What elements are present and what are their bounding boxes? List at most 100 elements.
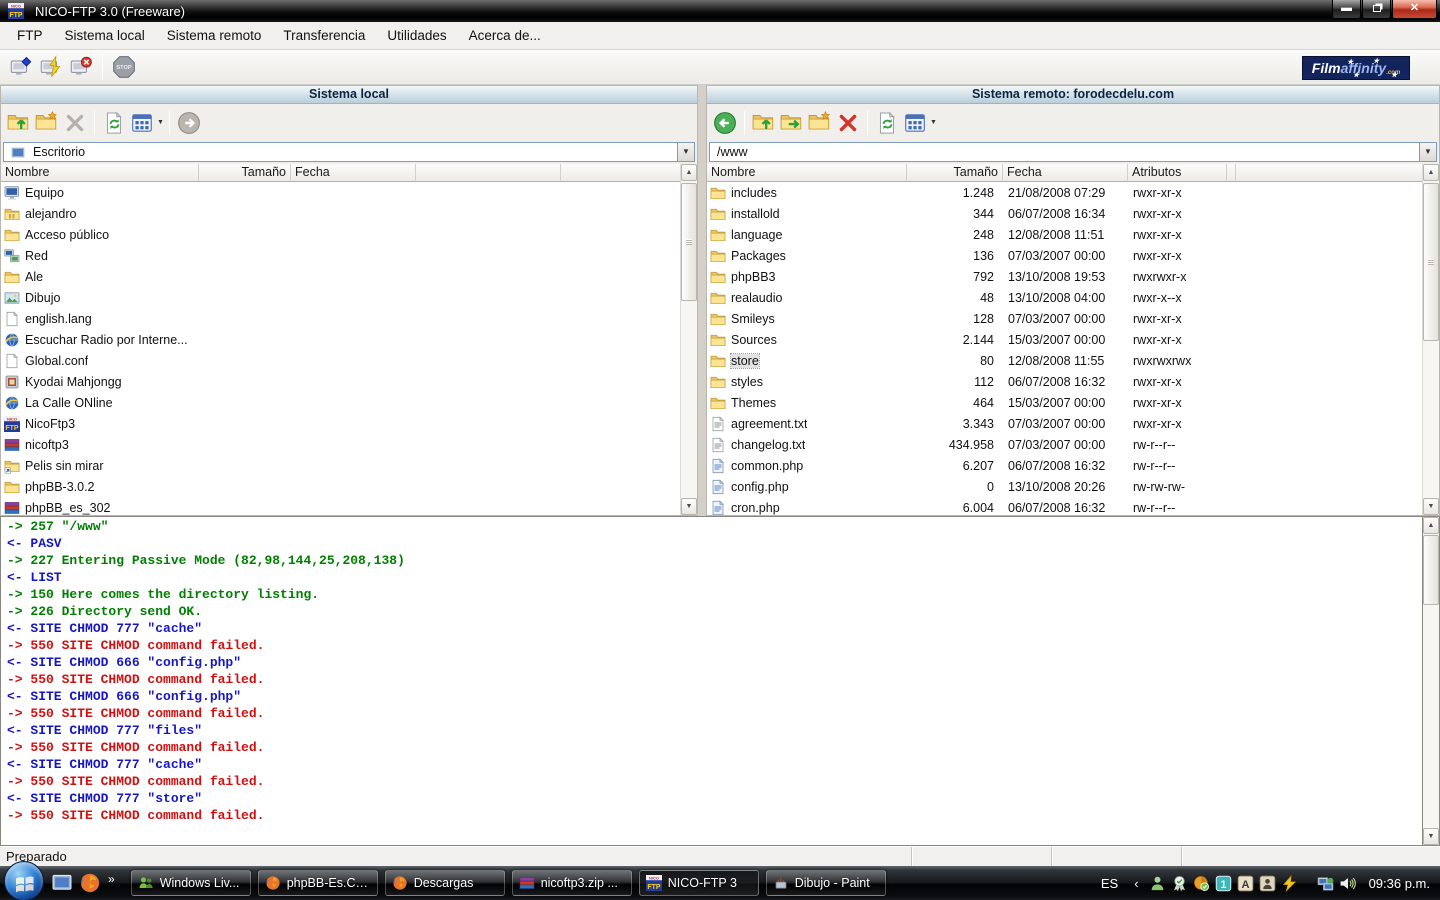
remote-address-dropdown[interactable]: ▼ (1420, 142, 1437, 162)
update-check-icon[interactable] (1193, 875, 1210, 892)
remote-folder-up-button[interactable] (750, 109, 778, 137)
local-address-dropdown[interactable]: ▼ (678, 142, 695, 162)
scroll-down-arrow[interactable]: ▼ (681, 498, 697, 515)
remote-file-row[interactable]: realaudio4813/10/2008 04:00rwxr-x--x (707, 287, 1422, 308)
remote-file-row[interactable]: styles11206/07/2008 16:32rwxr-xr-x (707, 371, 1422, 392)
remote-refresh-button[interactable] (873, 109, 901, 137)
local-file-row[interactable]: phpBB-3.0.2 (1, 476, 680, 497)
column-header-blank[interactable] (1227, 164, 1236, 182)
remote-scrollbar[interactable]: ▲ ▼ (1422, 164, 1439, 515)
column-header-blank[interactable] (416, 164, 561, 182)
taskbar-clock[interactable]: 09:36 p.m. (1369, 876, 1430, 891)
letter-a-icon[interactable]: A (1237, 875, 1254, 892)
remote-file-row[interactable]: agreement.txt3.34307/03/2007 00:00rwxr-x… (707, 413, 1422, 434)
menu-acerca-de-[interactable]: Acerca de... (458, 24, 552, 47)
local-file-row[interactable]: phpBB_es_302 (1, 497, 680, 515)
menu-transferencia[interactable]: Transferencia (272, 24, 376, 47)
local-address-combo[interactable]: Escritorio (3, 142, 678, 162)
local-delete-button[interactable] (61, 109, 89, 137)
menu-sistema-remoto[interactable]: Sistema remoto (156, 24, 273, 47)
local-file-row[interactable]: Escuchar Radio por Interne... (1, 329, 680, 350)
local-file-row[interactable]: english.lang (1, 308, 680, 329)
taskbar-button-phpbb-es-co-[interactable]: phpBB-Es.CO... (258, 870, 378, 896)
scroll-up-arrow[interactable]: ▲ (681, 164, 697, 181)
local-view-dropdown-arrow[interactable]: ▼ (157, 119, 164, 126)
stop-button[interactable]: STOP (109, 52, 139, 82)
language-indicator[interactable]: ES (1101, 876, 1118, 891)
remote-file-row[interactable]: cron.php6.00406/07/2008 16:32rw-r--r-- (707, 497, 1422, 515)
local-file-row[interactable]: nicoftp3 (1, 434, 680, 455)
start-button[interactable] (4, 861, 44, 900)
counter-1-icon[interactable]: 1 (1215, 875, 1232, 892)
restore-button[interactable] (1362, 0, 1391, 19)
minimize-button[interactable]: ▬ (1332, 0, 1361, 19)
connect-button[interactable] (6, 52, 36, 82)
user-tile-icon[interactable] (1259, 875, 1276, 892)
scroll-down-arrow[interactable]: ▼ (1423, 828, 1439, 845)
column-header-fecha[interactable]: Fecha (291, 164, 416, 182)
local-scrollbar[interactable]: ▲ ▼ (680, 164, 697, 515)
column-header-nombre[interactable]: Nombre (1, 164, 199, 182)
local-file-row[interactable]: Ale (1, 266, 680, 287)
remote-new-folder-button[interactable] (806, 109, 834, 137)
taskbar-button-nico-ftp-3[interactable]: NICOFTPNICO-FTP 3 (639, 870, 759, 896)
column-header-tamaño[interactable]: Tamaño (907, 164, 1003, 182)
remote-file-row[interactable]: changelog.txt434.95807/03/2007 00:00rw-r… (707, 434, 1422, 455)
show-desktop-icon[interactable] (51, 872, 73, 894)
remote-address-combo[interactable]: /www (709, 142, 1420, 162)
menu-sistema-local[interactable]: Sistema local (54, 24, 156, 47)
remote-delete-button[interactable] (834, 109, 862, 137)
local-file-row[interactable]: Acceso público (1, 224, 680, 245)
local-folder-up-button[interactable] (5, 109, 33, 137)
volume-icon[interactable] (1339, 875, 1356, 892)
network-icon[interactable] (1317, 875, 1334, 892)
scroll-up-arrow[interactable]: ▲ (1423, 517, 1439, 534)
firefox-icon[interactable] (79, 872, 101, 894)
menu-utilidades[interactable]: Utilidades (376, 24, 457, 47)
local-refresh-button[interactable] (100, 109, 128, 137)
local-file-row[interactable]: Red (1, 245, 680, 266)
remote-goto-folder-button[interactable] (778, 109, 806, 137)
remote-back-button[interactable] (711, 109, 739, 137)
badge-check-icon[interactable] (1171, 875, 1188, 892)
local-file-row[interactable]: Dibujo (1, 287, 680, 308)
local-file-row[interactable]: Pelis sin mirar (1, 455, 680, 476)
remote-view-dropdown-arrow[interactable]: ▼ (930, 119, 937, 126)
column-header-atributos[interactable]: Atributos (1128, 164, 1227, 182)
remote-file-row[interactable]: config.php013/10/2008 20:26rw-rw-rw- (707, 476, 1422, 497)
local-file-row[interactable]: alejandro (1, 203, 680, 224)
column-header-fecha[interactable]: Fecha (1003, 164, 1128, 182)
remote-view-button[interactable] (901, 109, 929, 137)
remote-file-row[interactable]: Themes46415/03/2007 00:00rwxr-xr-x (707, 392, 1422, 413)
local-file-row[interactable]: Global.conf (1, 350, 680, 371)
remote-file-row[interactable]: common.php6.20706/07/2008 16:32rw-r--r-- (707, 455, 1422, 476)
remote-file-row[interactable]: language24812/08/2008 11:51rwxr-xr-x (707, 224, 1422, 245)
column-header-nombre[interactable]: Nombre (707, 164, 907, 182)
taskbar-button-nicoftp3-zip-[interactable]: nicoftp3.zip ... (512, 870, 632, 896)
taskbar-button-dibujo-paint[interactable]: Dibujo - Paint (766, 870, 886, 896)
taskbar-button-windows-liv-[interactable]: Windows Liv... (131, 870, 251, 896)
remote-file-row[interactable]: installold34406/07/2008 16:34rwxr-xr-x (707, 203, 1422, 224)
local-file-row[interactable]: Equipo (1, 182, 680, 203)
local-file-row[interactable]: Kyodai Mahjongg (1, 371, 680, 392)
disconnect-button[interactable] (66, 52, 96, 82)
tray-chevron[interactable]: ‹ (1134, 876, 1138, 891)
close-button[interactable]: ✕ (1392, 0, 1437, 19)
quick-launch-overflow-chevron[interactable]: » (108, 872, 115, 886)
remote-file-row[interactable]: Packages13607/03/2007 00:00rwxr-xr-x (707, 245, 1422, 266)
local-view-button[interactable] (128, 109, 156, 137)
local-transfer-button[interactable] (175, 109, 203, 137)
remote-file-row[interactable]: phpBB379213/10/2008 19:53rwxrwxr-x (707, 266, 1422, 287)
quick-connect-button[interactable] (36, 52, 66, 82)
local-file-row[interactable]: NICOFTPNicoFtp3 (1, 413, 680, 434)
remote-file-row[interactable]: store8012/08/2008 11:55rwxrwxrwx (707, 350, 1422, 371)
scroll-down-arrow[interactable]: ▼ (1423, 498, 1439, 515)
messenger-user-icon[interactable] (1149, 875, 1166, 892)
remote-file-row[interactable]: includes1.24821/08/2008 07:29rwxr-xr-x (707, 182, 1422, 203)
log-scrollbar[interactable]: ▲ ▼ (1423, 516, 1440, 846)
remote-file-row[interactable]: Sources2.14415/03/2007 00:00rwxr-xr-x (707, 329, 1422, 350)
remote-file-row[interactable]: Smileys12807/03/2007 00:00rwxr-xr-x (707, 308, 1422, 329)
menu-ftp[interactable]: FTP (6, 24, 54, 47)
taskbar-button-descargas[interactable]: Descargas (385, 870, 505, 896)
local-file-row[interactable]: La Calle ONline (1, 392, 680, 413)
